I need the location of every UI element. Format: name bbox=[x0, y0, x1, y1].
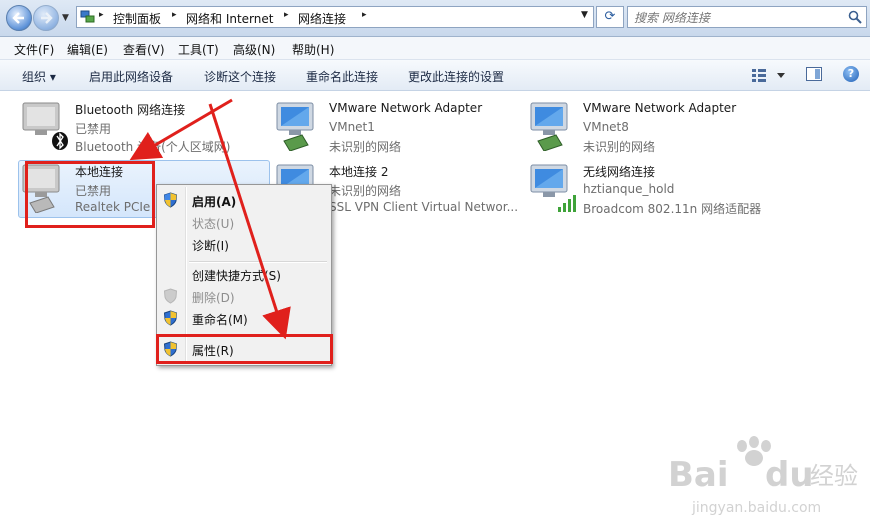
baidu-jingyan-watermark: Bai du 经验 jingyan.baidu.com bbox=[668, 436, 858, 516]
watermark-brand-cn: 经验 bbox=[810, 462, 858, 490]
watermark-brand-right: du bbox=[765, 455, 814, 495]
watermark-url: jingyan.baidu.com bbox=[691, 500, 821, 516]
watermark-brand-left: Bai bbox=[668, 455, 729, 495]
arrow-to-properties bbox=[208, 103, 291, 340]
